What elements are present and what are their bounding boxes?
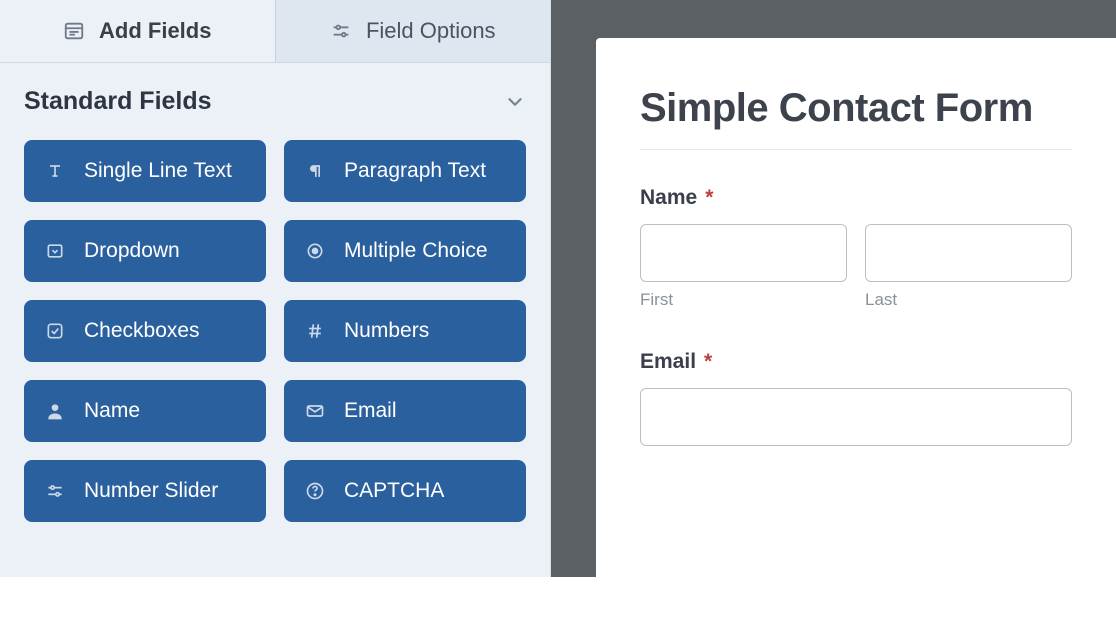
sidebar-panel: Add Fields Field Options Standard Fields	[0, 0, 551, 577]
field-checkboxes[interactable]: Checkboxes	[24, 300, 266, 362]
form-field-name[interactable]: Name * First Last	[640, 186, 1072, 310]
required-mark: *	[705, 186, 713, 210]
email-input[interactable]	[640, 388, 1072, 446]
field-single-line-text[interactable]: Single Line Text	[24, 140, 266, 202]
question-icon	[304, 481, 326, 501]
dropdown-icon	[44, 241, 66, 261]
form-preview[interactable]: Simple Contact Form Name * First Last Em…	[596, 38, 1116, 638]
user-icon	[44, 401, 66, 421]
required-mark: *	[704, 350, 712, 374]
field-email[interactable]: Email	[284, 380, 526, 442]
section-header[interactable]: Standard Fields	[24, 87, 526, 116]
field-label: Dropdown	[84, 239, 180, 263]
name-label-text: Name	[640, 186, 697, 210]
form-canvas-area: Simple Contact Form Name * First Last Em…	[551, 0, 1116, 577]
divider	[640, 149, 1072, 150]
paragraph-icon	[304, 161, 326, 181]
text-icon	[44, 161, 66, 181]
radio-icon	[304, 241, 326, 261]
checkbox-icon	[44, 321, 66, 341]
field-grid: Single Line Text Paragraph Text Dro	[24, 140, 526, 522]
field-label: Paragraph Text	[344, 159, 486, 183]
field-multiple-choice[interactable]: Multiple Choice	[284, 220, 526, 282]
field-dropdown[interactable]: Dropdown	[24, 220, 266, 282]
field-captcha[interactable]: CAPTCHA	[284, 460, 526, 522]
chevron-down-icon	[504, 91, 526, 113]
field-label: Number Slider	[84, 479, 218, 503]
field-label: CAPTCHA	[344, 479, 444, 503]
tab-add-fields[interactable]: Add Fields	[0, 0, 275, 62]
sliders-icon	[44, 481, 66, 501]
first-name-input[interactable]	[640, 224, 847, 282]
last-sublabel: Last	[865, 290, 1072, 310]
section-title: Standard Fields	[24, 87, 212, 116]
form-icon	[63, 20, 85, 42]
field-label: Checkboxes	[84, 319, 200, 343]
field-paragraph-text[interactable]: Paragraph Text	[284, 140, 526, 202]
form-field-email[interactable]: Email *	[640, 350, 1072, 446]
form-title: Simple Contact Form	[640, 86, 1072, 131]
field-label: Email	[344, 399, 397, 423]
name-label: Name *	[640, 186, 1072, 210]
tab-bar: Add Fields Field Options	[0, 0, 550, 63]
last-name-input[interactable]	[865, 224, 1072, 282]
field-label: Multiple Choice	[344, 239, 488, 263]
field-number-slider[interactable]: Number Slider	[24, 460, 266, 522]
hash-icon	[304, 321, 326, 341]
first-sublabel: First	[640, 290, 847, 310]
field-label: Single Line Text	[84, 159, 232, 183]
tab-add-fields-label: Add Fields	[99, 18, 211, 44]
tab-field-options-label: Field Options	[366, 18, 496, 44]
email-label: Email *	[640, 350, 1072, 374]
sliders-icon	[330, 20, 352, 42]
field-name[interactable]: Name	[24, 380, 266, 442]
section-standard-fields: Standard Fields Single Line Text	[0, 63, 550, 552]
field-label: Name	[84, 399, 140, 423]
email-label-text: Email	[640, 350, 696, 374]
field-numbers[interactable]: Numbers	[284, 300, 526, 362]
tab-field-options[interactable]: Field Options	[275, 0, 551, 62]
field-label: Numbers	[344, 319, 429, 343]
envelope-icon	[304, 401, 326, 421]
